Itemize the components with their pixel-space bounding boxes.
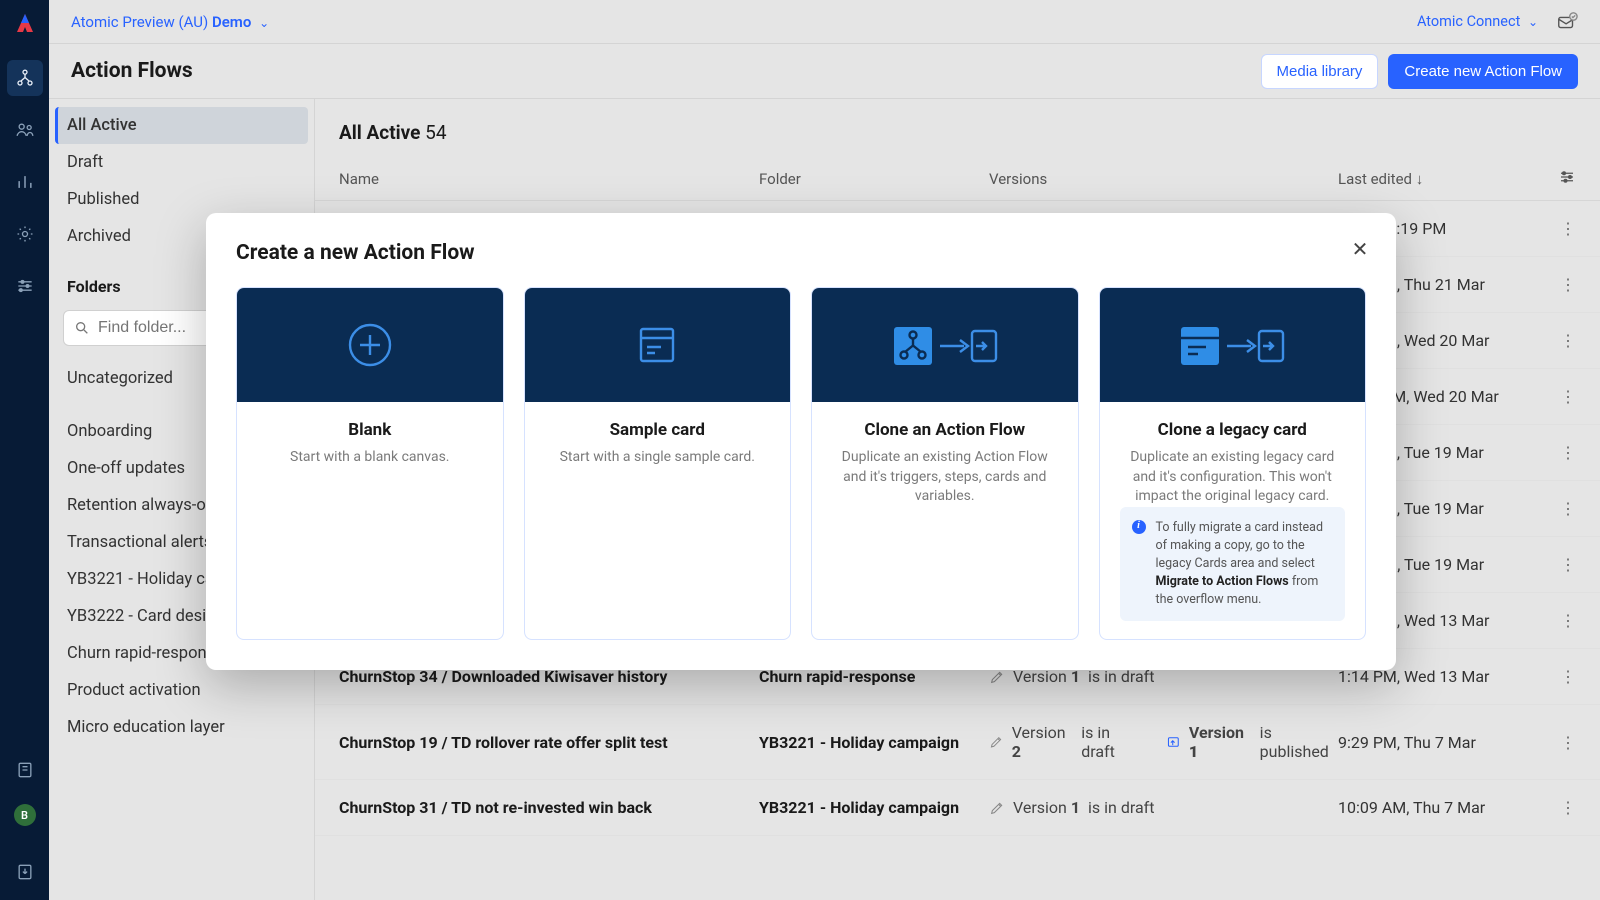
nav-settings-icon[interactable]	[7, 216, 43, 252]
modal-option-hero	[525, 288, 791, 402]
modal-option-clone-a-legacy-card[interactable]: Clone a legacy card Duplicate an existing…	[1099, 287, 1367, 640]
row-menu-icon[interactable]: ⋮	[1538, 611, 1576, 630]
close-icon[interactable]: ✕	[1346, 235, 1374, 263]
connect-label: Atomic Connect	[1417, 13, 1520, 30]
row-last-edited: 10:09 AM, Thu 7 Mar	[1338, 798, 1538, 817]
row-folder: YB3221 - Holiday campaign	[759, 798, 989, 817]
nav-action-flows-icon[interactable]	[7, 60, 43, 96]
sidebar-filter-draft[interactable]: Draft	[55, 144, 308, 181]
modal-option-title: Blank	[257, 420, 483, 440]
modal-option-clone-an-action-flow[interactable]: Clone an Action Flow Duplicate an existin…	[811, 287, 1079, 640]
row-menu-icon[interactable]: ⋮	[1538, 555, 1576, 574]
modal-option-sample-card[interactable]: Sample card Start with a single sample ca…	[524, 287, 792, 640]
table-row[interactable]: ChurnStop 19 / TD rollover rate offer sp…	[315, 705, 1600, 780]
row-menu-icon[interactable]: ⋮	[1538, 331, 1576, 350]
nav-download-icon[interactable]	[7, 854, 43, 890]
row-menu-icon[interactable]: ⋮	[1538, 387, 1576, 406]
sidebar-filter-all-active[interactable]: All Active	[55, 107, 308, 144]
row-versions: Version 2 is in draft Version 1 is publis…	[989, 723, 1338, 761]
col-last-edited[interactable]: Last edited ↓	[1338, 170, 1538, 188]
col-name[interactable]: Name	[339, 170, 759, 188]
modal-info-note: To fully migrate a card instead of makin…	[1120, 507, 1346, 622]
modal-option-title: Sample card	[545, 420, 771, 440]
media-library-button[interactable]: Media library	[1261, 54, 1379, 89]
row-menu-icon[interactable]: ⋮	[1538, 798, 1576, 817]
section-header: Action Flows Media library Create new Ac…	[49, 44, 1600, 99]
row-versions: Version 1 is in draft	[989, 798, 1338, 817]
modal-title: Create a new Action Flow	[236, 241, 1366, 265]
nav-people-icon[interactable]	[7, 112, 43, 148]
row-menu-icon[interactable]: ⋮	[1538, 733, 1576, 752]
connect-switcher[interactable]: Atomic Connect ⌄	[1417, 13, 1538, 30]
modal-option-desc: Duplicate an existing legacy card and it…	[1120, 448, 1346, 507]
modal-option-blank[interactable]: Blank Start with a blank canvas.	[236, 287, 504, 640]
row-last-edited: 9:29 PM, Thu 7 Mar	[1338, 733, 1538, 752]
chevron-down-icon: ⌄	[259, 16, 269, 30]
top-bar: Atomic Preview (AU) Demo ⌄ Atomic Connec…	[49, 0, 1600, 44]
col-versions[interactable]: Versions	[989, 170, 1338, 188]
nav-config-icon[interactable]	[7, 268, 43, 304]
modal-option-desc: Start with a single sample card.	[545, 448, 771, 468]
row-name: ChurnStop 19 / TD rollover rate offer sp…	[339, 733, 759, 752]
table-row[interactable]: ChurnStop 31 / TD not re-invested win ba…	[315, 780, 1600, 836]
sidebar-folder[interactable]: Product activation	[55, 672, 308, 709]
nav-docs-icon[interactable]	[7, 752, 43, 788]
column-headers: Name Folder Versions Last edited ↓	[315, 158, 1600, 201]
app-logo	[7, 6, 43, 42]
page-title: Action Flows	[71, 59, 193, 83]
version-chip: Version 1 is in draft	[989, 798, 1154, 817]
row-menu-icon[interactable]: ⋮	[1538, 499, 1576, 518]
chevron-down-icon: ⌄	[1528, 15, 1538, 29]
modal-option-title: Clone an Action Flow	[832, 420, 1058, 440]
workspace-name: Atomic Preview (AU)	[71, 13, 208, 31]
create-action-flow-modal: Create a new Action Flow ✕ Blank Start wi…	[206, 213, 1396, 670]
left-rail: B	[0, 0, 49, 900]
search-icon	[74, 320, 90, 336]
row-menu-icon[interactable]: ⋮	[1538, 667, 1576, 686]
row-menu-icon[interactable]: ⋮	[1538, 219, 1576, 238]
modal-option-desc: Duplicate an existing Action Flow and it…	[832, 448, 1058, 507]
sidebar-folder[interactable]: Micro education layer	[55, 709, 308, 746]
row-menu-icon[interactable]: ⋮	[1538, 443, 1576, 462]
row-folder: YB3221 - Holiday campaign	[759, 733, 989, 752]
modal-option-desc: Start with a blank canvas.	[257, 448, 483, 468]
row-menu-icon[interactable]: ⋮	[1538, 275, 1576, 294]
list-heading: All Active 54	[315, 99, 1600, 158]
modal-option-hero	[237, 288, 503, 402]
filter-icon[interactable]	[1538, 168, 1576, 190]
notifications-icon[interactable]	[1556, 11, 1578, 33]
nav-analytics-icon[interactable]	[7, 164, 43, 200]
modal-option-title: Clone a legacy card	[1120, 420, 1346, 440]
create-action-flow-button[interactable]: Create new Action Flow	[1388, 54, 1578, 89]
env-name: Demo	[212, 13, 251, 31]
row-name: ChurnStop 31 / TD not re-invested win ba…	[339, 798, 759, 817]
version-chip: Version 1 is published	[1166, 723, 1338, 761]
col-folder[interactable]: Folder	[759, 170, 989, 188]
modal-option-hero	[1100, 288, 1366, 402]
version-chip: Version 2 is in draft	[989, 723, 1142, 761]
user-avatar[interactable]: B	[14, 804, 36, 826]
workspace-switcher[interactable]: Atomic Preview (AU) Demo ⌄	[71, 13, 269, 31]
modal-option-hero	[812, 288, 1078, 402]
